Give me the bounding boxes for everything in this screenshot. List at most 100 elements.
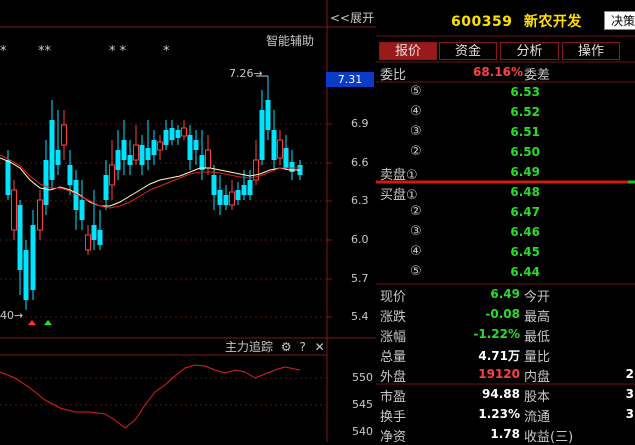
- sell-signal-marker: [28, 320, 36, 325]
- quote-right-label: 流通: [524, 410, 551, 425]
- quote-label: 换手: [380, 410, 407, 425]
- indicator-tick: 550: [352, 371, 373, 384]
- candle: [163, 120, 169, 150]
- candle: [23, 240, 29, 310]
- signal-star: **: [38, 44, 51, 59]
- candle: [157, 135, 163, 160]
- quote-right-label: 收益(三): [524, 430, 574, 445]
- sell-level-2: ②: [410, 144, 422, 159]
- buy-level-4: ④: [410, 244, 422, 259]
- candle: [121, 120, 127, 175]
- candle: [37, 190, 43, 240]
- quote-value: 1.23%: [478, 407, 520, 421]
- tab-operation[interactable]: 操作: [562, 42, 620, 60]
- signal-star: * *: [109, 44, 127, 59]
- candle: [181, 120, 187, 140]
- candle: [67, 150, 73, 195]
- stock-title: 600359 新农开发: [451, 11, 582, 31]
- quote-right-label: 最低: [524, 330, 551, 345]
- quote-value: 1.78: [490, 427, 520, 441]
- candle: [253, 140, 259, 185]
- candle: [247, 170, 253, 200]
- help-icon[interactable]: ?: [299, 340, 305, 354]
- quote-right-label: 最高: [524, 310, 551, 325]
- quote-label: 总量: [380, 350, 407, 365]
- candle: [175, 125, 181, 145]
- quote-label: 外盘: [380, 370, 407, 385]
- quote-right-value: 3: [625, 387, 634, 401]
- candle: [259, 90, 265, 165]
- price-tick: 6.0: [351, 233, 369, 246]
- quote-label: 现价: [380, 290, 407, 305]
- sell-price-1[interactable]: 6.49: [508, 165, 540, 179]
- candle: [115, 130, 121, 180]
- candle: [55, 110, 61, 175]
- buy-level-2: ②: [410, 204, 422, 219]
- indicator-tick: 540: [352, 425, 373, 438]
- candle: [43, 140, 49, 215]
- quote-label: 净资: [380, 430, 407, 445]
- close-icon[interactable]: ✕: [315, 340, 325, 354]
- candle: [85, 225, 91, 255]
- quote-value: -0.08: [485, 307, 520, 321]
- candle: [229, 180, 235, 210]
- price-tick: 5.4: [351, 310, 369, 323]
- quote-right-label: 今开: [524, 290, 551, 305]
- sell-level-4: ④: [410, 104, 422, 119]
- sell-price-2[interactable]: 6.50: [508, 145, 540, 159]
- sell-price-3[interactable]: 6.51: [508, 125, 540, 139]
- candle: [133, 125, 139, 165]
- quote-value: -1.22%: [473, 327, 520, 341]
- buy-price-2[interactable]: 6.47: [508, 205, 540, 219]
- quote-label: 涨幅: [380, 330, 407, 345]
- candle: [49, 100, 55, 190]
- buy-price-4[interactable]: 6.45: [508, 245, 540, 259]
- sell-level-5: ⑤: [410, 84, 422, 99]
- stock-code: 600359: [451, 14, 513, 30]
- smart-assist-label[interactable]: 智能辅助: [266, 32, 314, 49]
- tab-quote[interactable]: 报价: [379, 42, 437, 60]
- buy-level-1: 买盘①: [380, 188, 418, 203]
- candle: [217, 175, 223, 215]
- indicator-title[interactable]: 主力追踪: [225, 340, 273, 354]
- buy-signal-marker: [44, 320, 52, 325]
- sell-price-5[interactable]: 6.53: [508, 85, 540, 99]
- price-tick: 6.9: [351, 117, 369, 130]
- stock-name: 新农开发: [523, 14, 582, 30]
- expand-button[interactable]: <<展开: [330, 9, 374, 26]
- quote-label: 涨跌: [380, 310, 407, 325]
- buy-price-3[interactable]: 6.46: [508, 225, 540, 239]
- current-price-marker: 7.31: [326, 72, 374, 87]
- buy-level-3: ③: [410, 224, 422, 239]
- tab-funds[interactable]: 资金: [439, 42, 497, 60]
- buy-price-1[interactable]: 6.48: [508, 185, 540, 199]
- candle: [193, 130, 199, 165]
- sell-price-4[interactable]: 6.52: [508, 105, 540, 119]
- price-tick: 6.6: [351, 156, 369, 169]
- candle: [30, 210, 36, 300]
- buy-level-5: ⑤: [410, 264, 422, 279]
- decision-button[interactable]: 决策: [604, 11, 635, 30]
- price-tick: 5.7: [351, 272, 369, 285]
- candle: [235, 182, 241, 205]
- candle: [103, 160, 109, 210]
- candle: [109, 140, 115, 200]
- quote-right-value: 3: [625, 407, 634, 421]
- price-tick: 6.3: [351, 194, 369, 207]
- candle: [205, 135, 211, 175]
- buy-price-5[interactable]: 6.44: [508, 265, 540, 279]
- quote-right-label: 股本: [524, 390, 551, 405]
- candle: [17, 200, 23, 295]
- order-ratio-value: 68.16%: [473, 65, 523, 79]
- candle: [91, 190, 97, 250]
- quote-value: 6.49: [490, 287, 520, 301]
- candle: [139, 135, 145, 175]
- candlestick-group: [5, 76, 303, 310]
- tab-analysis[interactable]: 分析: [500, 42, 559, 60]
- low-price-annotation: 40→: [0, 309, 24, 322]
- quote-value: 19120: [478, 367, 520, 381]
- gear-icon[interactable]: ⚙: [281, 340, 292, 354]
- kline-chart-area[interactable]: <<展开 智能辅助 * ** * * * 7.31 6.9 6.6 6.3 6.…: [0, 0, 376, 442]
- quote-value: 4.71万: [478, 349, 520, 363]
- candle: [277, 130, 283, 165]
